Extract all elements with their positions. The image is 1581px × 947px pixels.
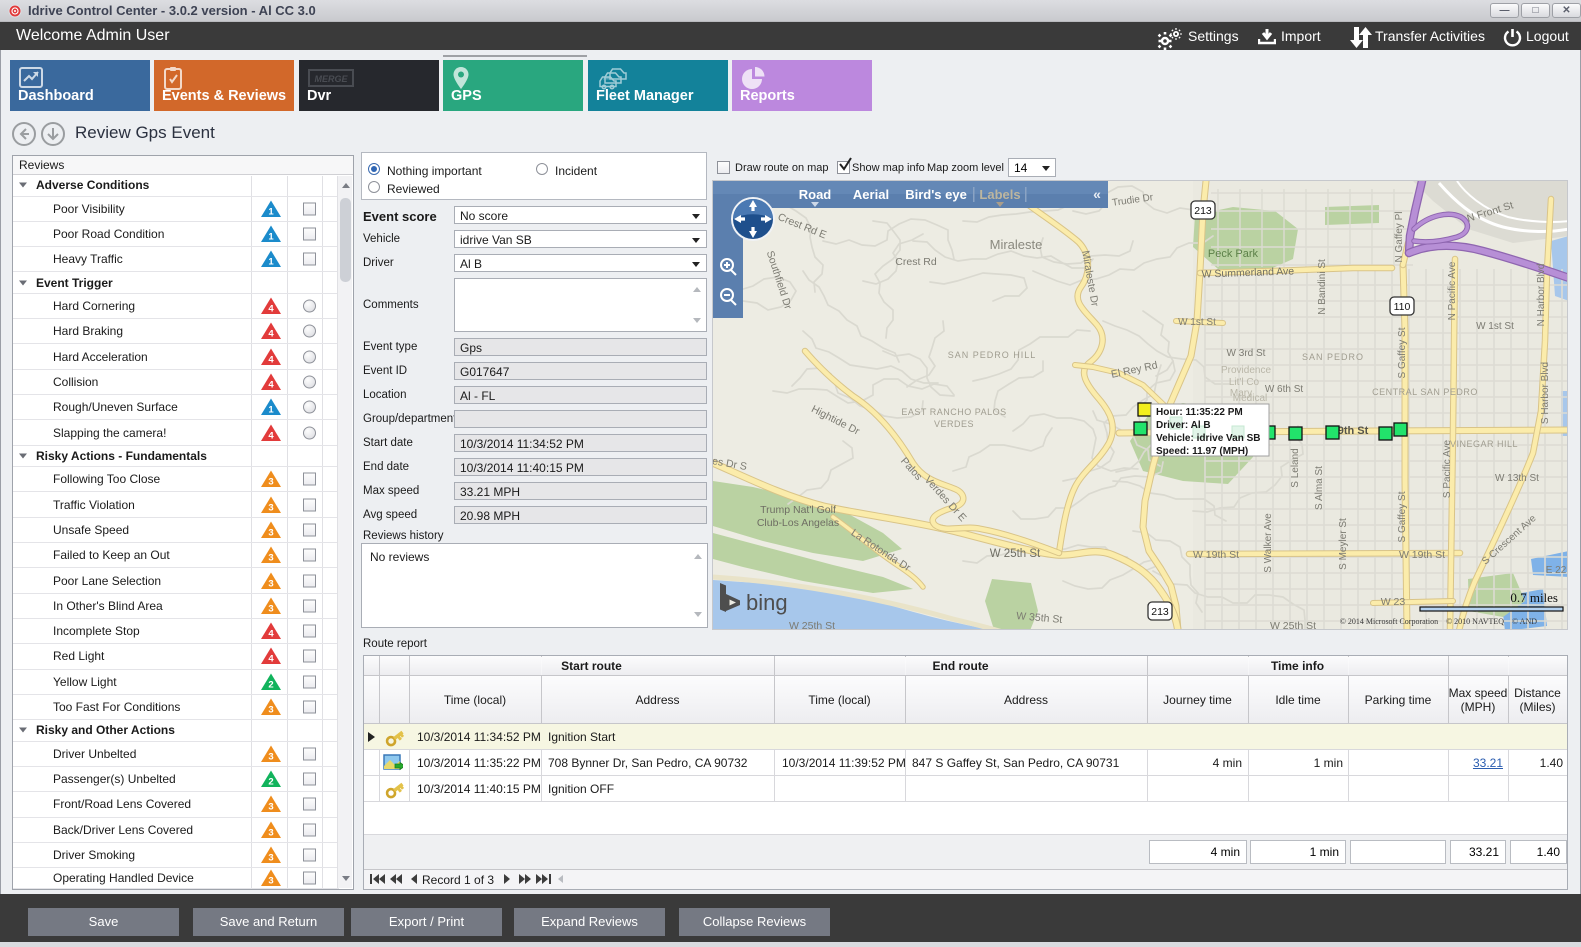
svg-text:4: 4 — [268, 654, 274, 665]
svg-text:1: 1 — [268, 257, 274, 268]
svg-text:E 22: E 22 — [1546, 565, 1567, 576]
svg-text:Driver: Al B: Driver: Al B — [1156, 420, 1211, 431]
svg-text:© 2014 Microsoft Corporation: © 2014 Microsoft Corporation © 2010 NAVT… — [1340, 617, 1537, 626]
svg-text:W 3rd St: W 3rd St — [1227, 348, 1266, 359]
svg-text:Vehicle: idrive Van SB: Vehicle: idrive Van SB — [1156, 433, 1261, 444]
svg-text:Medical: Medical — [1233, 393, 1267, 404]
svg-text:Crest Rd: Crest Rd — [895, 256, 937, 268]
svg-text:1: 1 — [268, 231, 274, 242]
svg-text:1: 1 — [268, 405, 274, 416]
svg-text:W 13th St: W 13th St — [1495, 473, 1539, 484]
svg-text:2: 2 — [268, 777, 273, 788]
svg-text:bing: bing — [746, 590, 788, 615]
svg-text:Speed: 11.97 (MPH): Speed: 11.97 (MPH) — [1156, 446, 1248, 457]
svg-text:3: 3 — [268, 876, 273, 887]
svg-text:«: « — [1093, 186, 1101, 202]
svg-text:Providence: Providence — [1221, 365, 1271, 376]
svg-text:Trump Nat'l Golf: Trump Nat'l Golf — [760, 504, 836, 516]
svg-text:N Pacific Ave: N Pacific Ave — [1447, 261, 1458, 320]
svg-text:SAN PEDRO HILL: SAN PEDRO HILL — [948, 350, 1037, 360]
svg-text:Labels: Labels — [979, 187, 1020, 202]
svg-text:213: 213 — [1194, 205, 1212, 217]
svg-text:3: 3 — [268, 578, 273, 589]
svg-text:VERDES: VERDES — [934, 419, 974, 429]
svg-text:4: 4 — [268, 329, 274, 340]
svg-text:Hour: 11:35:22 PM: Hour: 11:35:22 PM — [1156, 407, 1243, 418]
svg-text:Road: Road — [799, 187, 832, 202]
svg-text:S Harbor Blvd: S Harbor Blvd — [1540, 362, 1551, 424]
svg-text:110: 110 — [1394, 301, 1411, 313]
svg-text:N Bandini St: N Bandini St — [1317, 259, 1328, 315]
svg-text:3: 3 — [268, 705, 273, 716]
svg-text:4: 4 — [268, 379, 274, 390]
svg-text:S Alma St: S Alma St — [1314, 466, 1325, 510]
svg-text:3: 3 — [268, 853, 273, 864]
svg-text:MERGE: MERGE — [314, 74, 348, 84]
svg-text:W 23: W 23 — [1381, 596, 1406, 608]
svg-text:4: 4 — [268, 430, 274, 441]
svg-text:3: 3 — [268, 603, 273, 614]
svg-text:0.7 miles: 0.7 miles — [1510, 590, 1558, 605]
svg-text:9th St: 9th St — [1338, 425, 1369, 437]
svg-text:3: 3 — [268, 502, 273, 513]
svg-text:4: 4 — [268, 304, 274, 315]
svg-text:4: 4 — [268, 354, 274, 365]
svg-text:3: 3 — [268, 553, 273, 564]
svg-text:W 25th St: W 25th St — [990, 548, 1041, 560]
svg-text:W 19th St: W 19th St — [1399, 549, 1445, 561]
svg-text:VINEGAR HILL: VINEGAR HILL — [1450, 439, 1518, 449]
svg-text:W 1st St: W 1st St — [1476, 321, 1514, 332]
svg-text:Aerial: Aerial — [853, 187, 889, 202]
svg-text:N Harbor Blvd: N Harbor Blvd — [1536, 264, 1547, 327]
svg-text:N Gaffey Pl: N Gaffey Pl — [1394, 212, 1405, 263]
svg-text:W 19th St: W 19th St — [1193, 549, 1239, 561]
svg-text:3: 3 — [268, 802, 273, 813]
svg-text:W 25th St: W 25th St — [1270, 620, 1316, 630]
svg-text:W 6th St: W 6th St — [1265, 384, 1304, 395]
svg-text:W 25th St: W 25th St — [789, 620, 835, 630]
svg-text:Lit'l Co: Lit'l Co — [1229, 377, 1260, 388]
svg-text:2: 2 — [268, 679, 273, 690]
svg-text:S Walker Ave: S Walker Ave — [1263, 513, 1274, 573]
svg-text:Bird's eye: Bird's eye — [905, 187, 967, 202]
svg-text:EAST RANCHO PALOS: EAST RANCHO PALOS — [901, 407, 1006, 417]
svg-text:Peck Park: Peck Park — [1208, 248, 1259, 260]
svg-text:1: 1 — [268, 206, 274, 217]
svg-text:3: 3 — [268, 751, 273, 762]
svg-text:3: 3 — [268, 527, 273, 538]
svg-text:CENTRAL SAN PEDRO: CENTRAL SAN PEDRO — [1372, 387, 1478, 397]
svg-text:SAN PEDRO: SAN PEDRO — [1302, 352, 1364, 362]
svg-text:4: 4 — [268, 629, 274, 640]
svg-text:3: 3 — [268, 827, 273, 838]
svg-text:S Meyler St: S Meyler St — [1338, 518, 1349, 570]
svg-text:213: 213 — [1151, 606, 1169, 618]
svg-text:S Gaffey St: S Gaffey St — [1397, 327, 1408, 378]
svg-text:W 1st St: W 1st St — [1178, 317, 1216, 328]
svg-text:3: 3 — [268, 477, 273, 488]
svg-text:S Leland: S Leland — [1290, 448, 1301, 487]
svg-text:Club-Los Angelas: Club-Los Angelas — [757, 517, 839, 529]
svg-text:Miraleste: Miraleste — [990, 237, 1043, 252]
svg-text:S Gaffey St: S Gaffey St — [1397, 491, 1408, 542]
